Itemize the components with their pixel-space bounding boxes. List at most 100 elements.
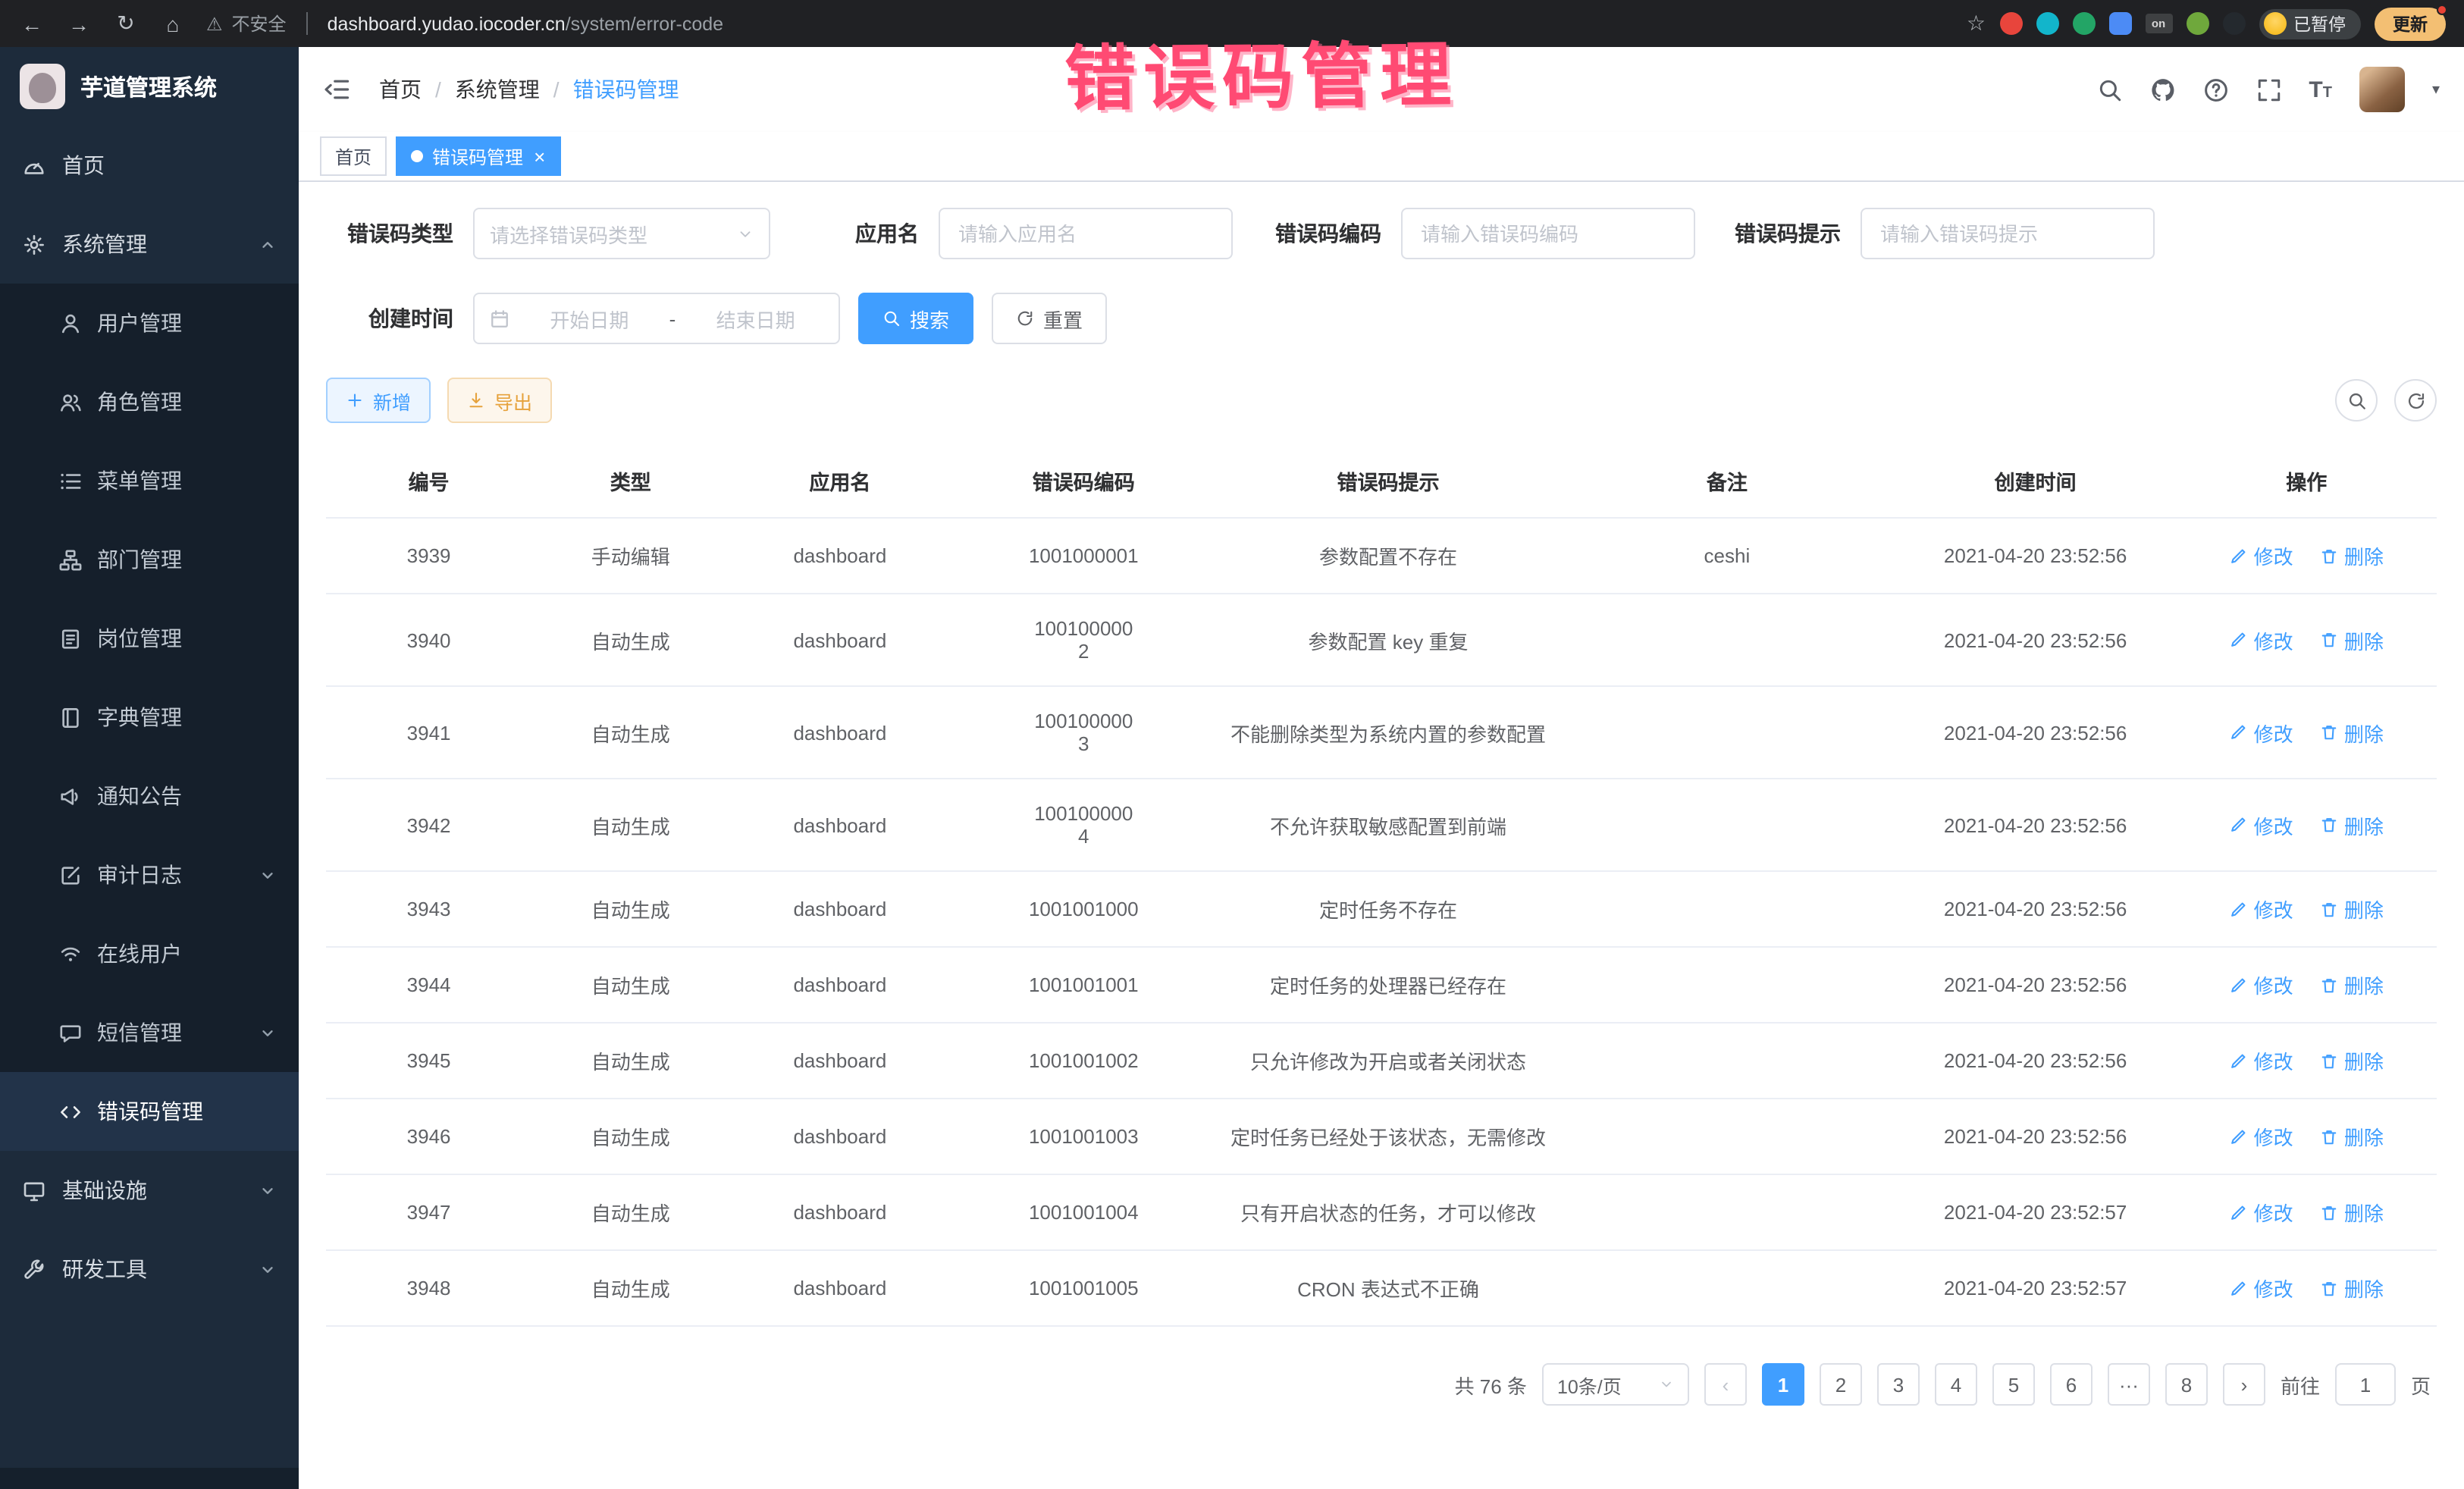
sidebar-item-posts[interactable]: 岗位管理 [0,599,299,678]
browser-reload-icon[interactable]: ↻ [112,11,140,36]
sidebar-item-home[interactable]: 首页 [0,126,299,205]
edit-link[interactable]: 修改 [2230,1198,2293,1227]
sidebar-item-infrastructure[interactable]: 基础设施 [0,1151,299,1230]
show-search-button[interactable] [2335,379,2378,422]
next-page-button[interactable]: › [2223,1363,2265,1406]
github-icon[interactable] [2149,77,2175,102]
error-msg-input[interactable] [1861,208,2155,259]
sidebar-item-error-codes[interactable]: 错误码管理 [0,1072,299,1151]
edit-link[interactable]: 修改 [2230,970,2293,999]
sidebar-item-users[interactable]: 用户管理 [0,284,299,362]
delete-link[interactable]: 删除 [2320,1198,2384,1227]
more-pages-button[interactable]: ··· [2108,1363,2150,1406]
delete-link[interactable]: 删除 [2320,1046,2384,1075]
error-code-input[interactable] [1401,208,1695,259]
browser-home-icon[interactable]: ⌂ [159,11,187,36]
edit-link[interactable]: 修改 [2230,541,2293,570]
page-button-8[interactable]: 8 [2165,1363,2208,1406]
cell-code: 100100000 3 [951,686,1218,779]
page-button-1[interactable]: 1 [1762,1363,1804,1406]
pencil-icon [2230,976,2248,994]
page-size-select[interactable]: 10条/页 [1542,1363,1689,1406]
sidebar-item-sms[interactable]: 短信管理 [0,993,299,1072]
tab-error-codes[interactable]: 错误码管理 × [396,136,560,176]
page-button-5[interactable]: 5 [1992,1363,2035,1406]
page-button-6[interactable]: 6 [2050,1363,2093,1406]
sidebar-item-system[interactable]: 系统管理 [0,205,299,284]
delete-link[interactable]: 删除 [2320,718,2384,747]
fullscreen-icon[interactable] [2256,77,2281,102]
breadcrumb: 首页 / 系统管理 / 错误码管理 [379,74,679,105]
error-type-select[interactable]: 请选择错误码类型 [473,208,770,259]
app-name-input[interactable] [939,208,1233,259]
user-avatar[interactable] [2359,67,2405,112]
browser-back-icon[interactable]: ← [18,11,45,36]
sidebar-item-roles[interactable]: 角色管理 [0,362,299,441]
goto-page-input[interactable] [2335,1363,2396,1406]
delete-link[interactable]: 删除 [2320,1274,2384,1302]
add-button[interactable]: 新增 [326,378,431,423]
edit-link[interactable]: 修改 [2230,625,2293,654]
update-button[interactable]: 更新 [2375,7,2446,40]
delete-link[interactable]: 删除 [2320,1122,2384,1151]
sidebar-fold-icon[interactable] [323,76,350,103]
extension-blue-puzzle-icon[interactable] [2108,12,2131,35]
table-row: 3944 自动生成 dashboard 1001001001 定时任务的处理器已… [326,947,2437,1023]
extension-on-badge[interactable]: on [2145,14,2172,33]
breadcrumb-home[interactable]: 首页 [379,74,422,105]
refresh-table-button[interactable] [2394,379,2437,422]
cell-msg: 不能删除类型为系统内置的参数配置 [1217,686,1560,779]
page-button-2[interactable]: 2 [1820,1363,1862,1406]
page-button-3[interactable]: 3 [1877,1363,1920,1406]
users-icon [59,390,82,413]
tab-home[interactable]: 首页 [320,136,387,176]
extension-leaf-icon[interactable] [2186,12,2209,35]
export-button[interactable]: 导出 [447,378,552,423]
extension-red-icon[interactable] [1999,12,2022,35]
edit-link[interactable]: 修改 [2230,718,2293,747]
prev-page-button[interactable]: ‹ [1704,1363,1747,1406]
bookmark-star-icon[interactable]: ☆ [1967,11,1986,36]
edit-link[interactable]: 修改 [2230,810,2293,839]
search-icon[interactable] [2096,77,2122,102]
delete-link[interactable]: 删除 [2320,625,2384,654]
sidebar-item-dictionary[interactable]: 字典管理 [0,678,299,757]
sidebar-item-online-users[interactable]: 在线用户 [0,914,299,993]
date-range-picker[interactable]: 开始日期 - 结束日期 [473,293,840,344]
page-button-4[interactable]: 4 [1935,1363,1977,1406]
extension-green-check-icon[interactable] [2072,12,2095,35]
paused-badge[interactable]: 已暂停 [2259,8,2361,39]
table-row: 3943 自动生成 dashboard 1001001000 定时任务不存在 2… [326,871,2437,947]
browser-forward-icon[interactable]: → [65,11,92,36]
edit-link[interactable]: 修改 [2230,1274,2293,1302]
security-indicator[interactable]: ⚠ 不安全 [206,11,287,36]
extension-teal-icon[interactable] [2036,12,2058,35]
extension-pin-icon[interactable] [2222,12,2245,35]
font-size-icon[interactable]: TT [2309,77,2332,102]
cell-code: 1001001001 [951,947,1218,1023]
address-bar[interactable]: dashboard.yudao.iocoder.cn/system/error-… [328,13,724,34]
sidebar-item-departments[interactable]: 部门管理 [0,520,299,599]
reset-button[interactable]: 重置 [992,293,1107,344]
online-icon [59,942,82,965]
edit-link[interactable]: 修改 [2230,895,2293,923]
edit-link[interactable]: 修改 [2230,1046,2293,1075]
delete-link[interactable]: 删除 [2320,810,2384,839]
delete-link[interactable]: 删除 [2320,541,2384,570]
sidebar-item-audit-logs[interactable]: 审计日志 [0,835,299,914]
delete-link[interactable]: 删除 [2320,970,2384,999]
notification-dot [2437,4,2447,14]
delete-link[interactable]: 删除 [2320,895,2384,923]
sidebar-item-menus[interactable]: 菜单管理 [0,441,299,520]
caret-down-icon[interactable]: ▾ [2432,81,2440,98]
close-icon[interactable]: × [534,145,545,168]
cell-actions: 修改 删除 [2176,1023,2437,1099]
gear-icon [23,233,45,255]
help-icon[interactable] [2202,77,2228,102]
sidebar-item-notices[interactable]: 通知公告 [0,757,299,835]
breadcrumb-system[interactable]: 系统管理 [455,74,540,105]
edit-link[interactable]: 修改 [2230,1122,2293,1151]
sidebar-item-dev-tools[interactable]: 研发工具 [0,1230,299,1309]
search-button[interactable]: 搜索 [858,293,973,344]
trash-icon [2320,900,2338,918]
